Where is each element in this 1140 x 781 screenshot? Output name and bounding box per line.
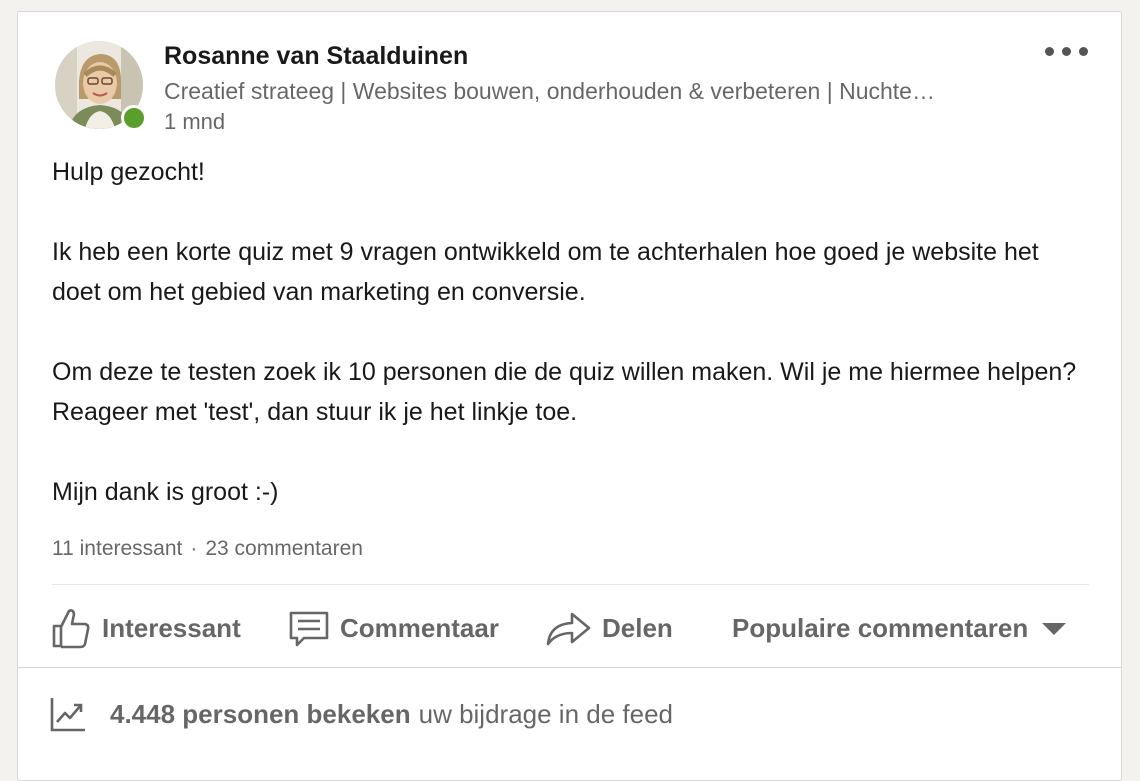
comment-button-label: Commentaar — [340, 612, 499, 643]
like-button-label: Interessant — [102, 612, 241, 643]
like-button[interactable]: Interessant — [50, 606, 241, 650]
divider — [18, 667, 1121, 668]
author-name[interactable]: Rosanne van Staalduinen — [164, 42, 468, 71]
more-dot — [1062, 47, 1071, 56]
post-header: Rosanne van Staalduinen Creatief stratee… — [18, 12, 1121, 142]
post-paragraph: Hulp gezocht! — [52, 158, 205, 186]
more-dot — [1079, 47, 1088, 56]
post-text: Hulp gezocht! Ik heb een korte quiz met … — [52, 152, 1082, 512]
share-arrow-icon — [546, 612, 591, 646]
view-count-suffix: uw bijdrage in de feed — [418, 698, 674, 729]
view-count: 4.448 personen bekeken — [110, 698, 411, 729]
share-button-label: Delen — [602, 612, 673, 643]
sort-comments-dropdown[interactable]: Populaire commentaren — [732, 606, 1072, 650]
avatar[interactable] — [55, 41, 147, 131]
reactions-count-link[interactable]: 11 interessant — [52, 537, 182, 560]
post-timestamp: 1 mnd — [164, 109, 226, 134]
online-status-indicator — [121, 105, 147, 131]
comment-icon — [289, 611, 329, 647]
share-button[interactable]: Delen — [544, 606, 673, 650]
post-analytics-link[interactable]: 4.448 personen bekeken uw bijdrage in de… — [48, 692, 673, 736]
count-separator: · — [190, 537, 198, 560]
line-chart-icon — [50, 698, 85, 732]
post-paragraph: Om deze te testen zoek ik 10 personen di… — [52, 358, 1077, 426]
comment-button[interactable]: Commentaar — [288, 606, 499, 650]
feed-post-card: Rosanne van Staalduinen Creatief stratee… — [17, 11, 1122, 781]
post-paragraph: Mijn dank is groot :-) — [52, 478, 279, 506]
caret-down-icon — [1042, 623, 1067, 635]
author-headline: Creatief strateeg | Websites bouwen, ond… — [164, 78, 935, 104]
sort-comments-label: Populaire commentaren — [732, 612, 1029, 643]
post-paragraph: Ik heb een korte quiz met 9 vragen ontwi… — [52, 238, 1039, 306]
comments-count-link[interactable]: 23 commentaren — [205, 537, 363, 560]
more-options-button[interactable] — [1045, 42, 1089, 62]
divider — [52, 584, 1089, 585]
post-actions-bar: Interessant Commentaar Delen Populaire c… — [48, 606, 1089, 650]
more-horizontal-icon — [1045, 47, 1054, 56]
thumbs-up-icon — [52, 609, 90, 649]
social-counts: 11 interessant · 23 commentaren — [52, 537, 363, 561]
